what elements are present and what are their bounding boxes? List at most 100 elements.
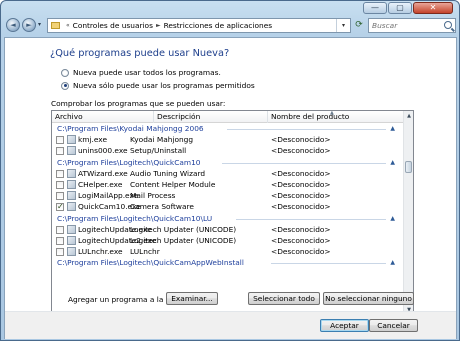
allow-checkbox[interactable] bbox=[56, 192, 64, 201]
product-name: <Desconocido> bbox=[271, 179, 331, 189]
file-description: LULnchr bbox=[130, 247, 160, 257]
collapse-group-icon[interactable]: ▲ bbox=[390, 157, 395, 168]
collapse-group-icon[interactable]: ▲ bbox=[390, 213, 395, 224]
scroll-up-icon[interactable]: ▲ bbox=[404, 111, 413, 121]
file-description: Setup/Uninstall bbox=[130, 146, 187, 156]
refresh-button[interactable]: ⟳ bbox=[353, 19, 365, 31]
product-name: <Desconocido> bbox=[271, 224, 331, 234]
search-icon[interactable] bbox=[444, 21, 452, 29]
file-description: Logitech Updater (UNICODE) bbox=[130, 235, 237, 245]
allow-checkbox[interactable] bbox=[56, 169, 64, 178]
minimize-button[interactable]: — bbox=[363, 2, 387, 14]
allow-checkbox[interactable] bbox=[56, 236, 64, 245]
list-item[interactable]: ATWizard.exe Audio Tuning Wizard <Desconoc… bbox=[52, 168, 404, 179]
back-arrow-icon: ◄ bbox=[10, 21, 16, 29]
radio-allowed-programs[interactable]: Nueva sólo puede usar los programas perm… bbox=[61, 81, 255, 90]
back-button[interactable]: ◄ bbox=[6, 18, 20, 32]
breadcrumb-item-user-accounts[interactable]: Controles de usuarios bbox=[73, 21, 153, 30]
file-name: unins000.exe bbox=[78, 146, 128, 156]
file-description: Audio Tuning Wizard bbox=[130, 168, 206, 178]
list-item[interactable]: unins000.exe Setup/Uninstall <Desconocido> bbox=[52, 145, 404, 156]
address-dropdown-button[interactable]: ▾ bbox=[336, 19, 350, 32]
product-name: <Desconocido> bbox=[271, 146, 331, 156]
title-bar: — ▢ ✕ ◄ ► ▾ « Controles de usuarios ► Re… bbox=[1, 1, 459, 35]
list-item[interactable]: CHelper.exe Content Helper Module <Descono… bbox=[52, 179, 404, 190]
list-item[interactable]: LogitechUpdate2.exe Logitech Updater (UNI… bbox=[52, 235, 404, 246]
content-pane: ¿Qué programas puede usar Nueva? Nueva p… bbox=[4, 37, 457, 339]
program-list[interactable]: Archivo Descripción Nombre del producto … bbox=[51, 110, 414, 316]
list-rows: C:\Program Files\Kyodai Mahjongg 2006 ▲ km… bbox=[52, 123, 404, 268]
cancel-button[interactable]: Cancelar bbox=[369, 319, 418, 332]
file-name: LULnchr.exe bbox=[78, 247, 123, 257]
address-bar[interactable]: « Controles de usuarios ► Restricciones … bbox=[47, 18, 351, 33]
application-icon bbox=[67, 168, 76, 178]
breadcrumb-separator[interactable]: « bbox=[66, 22, 70, 29]
refresh-icon: ⟳ bbox=[355, 20, 363, 30]
group-path: C:\Program Files\Logitech\QuickCam10\LU bbox=[57, 213, 213, 223]
accept-button[interactable]: Aceptar bbox=[320, 319, 369, 332]
breadcrumb: « Controles de usuarios ► Restricciones … bbox=[63, 21, 272, 30]
browse-button[interactable]: Examinar... bbox=[166, 292, 218, 305]
program-list-label: Comprobar los programas que se pueden us… bbox=[51, 99, 226, 108]
group-header[interactable]: C:\Program Files\Logitech\QuickCam10 ▲ bbox=[52, 157, 404, 168]
scroll-thumb[interactable] bbox=[405, 161, 412, 173]
search-box[interactable] bbox=[368, 18, 456, 33]
allow-checkbox[interactable] bbox=[56, 147, 64, 156]
main-window: — ▢ ✕ ◄ ► ▾ « Controles de usuarios ► Re… bbox=[0, 0, 460, 341]
product-name: <Desconocido> bbox=[271, 191, 331, 201]
file-name: ATWizard.exe bbox=[78, 168, 128, 178]
allow-checkbox[interactable] bbox=[56, 180, 64, 189]
chevron-down-icon: ▾ bbox=[341, 22, 345, 29]
group-header[interactable]: C:\Program Files\Logitech\QuickCamAppWeb… bbox=[52, 257, 404, 268]
file-description: Content Helper Module bbox=[130, 179, 216, 189]
application-icon bbox=[67, 202, 76, 212]
group-header[interactable]: C:\Program Files\Logitech\QuickCam10\LU ▲ bbox=[52, 213, 404, 224]
group-path: C:\Program Files\Logitech\QuickCam10 bbox=[57, 157, 201, 167]
allow-checkbox[interactable] bbox=[56, 225, 64, 234]
group-path: C:\Program Files\Kyodai Mahjongg 2006 bbox=[57, 124, 204, 133]
radio-all-programs-button[interactable] bbox=[61, 68, 69, 77]
allow-checkbox[interactable] bbox=[56, 248, 64, 257]
product-name: <Desconocido> bbox=[271, 168, 331, 178]
select-all-button[interactable]: Seleccionar todo bbox=[248, 292, 320, 305]
group-path: C:\Program Files\Logitech\QuickCamAppWeb… bbox=[57, 258, 244, 268]
breadcrumb-separator[interactable]: ► bbox=[156, 22, 161, 29]
sort-indicator-icon: ▲ bbox=[330, 110, 334, 116]
vertical-scrollbar[interactable]: ▲ ▼ bbox=[403, 111, 413, 315]
file-description: Logitech Updater (UNICODE) bbox=[130, 224, 237, 234]
radio-allowed-programs-button[interactable] bbox=[61, 81, 69, 90]
recent-pages-dropdown[interactable]: ▾ bbox=[38, 21, 41, 28]
list-item[interactable]: LogiMailApp.exe Mail Process <Desconocido> bbox=[52, 190, 404, 201]
list-item[interactable]: QuickCam10.exeCamera Software<Desconocid… bbox=[52, 201, 404, 212]
column-header-product[interactable]: Nombre del producto bbox=[268, 111, 404, 123]
list-item[interactable]: LogitechUpdate.exe Logitech Updater (UNIC… bbox=[52, 224, 404, 235]
select-none-button[interactable]: No seleccionar ninguno bbox=[323, 292, 414, 305]
folder-icon bbox=[51, 22, 60, 29]
application-icon bbox=[67, 235, 76, 245]
group-divider bbox=[222, 162, 386, 164]
list-item[interactable]: LULnchr.exe LULnchr <Desconocido> bbox=[52, 246, 404, 257]
radio-allowed-programs-label[interactable]: Nueva sólo puede usar los programas perm… bbox=[73, 81, 255, 90]
collapse-group-icon[interactable]: ▲ bbox=[390, 257, 395, 268]
group-header[interactable]: C:\Program Files\Kyodai Mahjongg 2006 ▲ bbox=[52, 123, 404, 134]
radio-all-programs-label[interactable]: Nueva puede usar todos los programas. bbox=[73, 68, 221, 77]
application-icon bbox=[67, 146, 76, 156]
dialog-footer: Aceptar Cancelar bbox=[5, 312, 456, 339]
column-header-file[interactable]: Archivo bbox=[52, 111, 154, 123]
radio-all-programs[interactable]: Nueva puede usar todos los programas. bbox=[61, 68, 221, 77]
column-header-description[interactable]: Descripción bbox=[154, 111, 268, 123]
collapse-group-icon[interactable]: ▲ bbox=[390, 123, 395, 134]
product-name: <Desconocido> bbox=[271, 202, 331, 212]
search-input[interactable] bbox=[372, 21, 442, 30]
breadcrumb-item-app-restrictions[interactable]: Restricciones de aplicaciones bbox=[164, 21, 273, 30]
application-icon bbox=[67, 247, 76, 257]
maximize-button[interactable]: ▢ bbox=[388, 2, 412, 14]
forward-button[interactable]: ► bbox=[22, 18, 36, 32]
file-description: Kyodai Mahjongg bbox=[130, 135, 194, 145]
allow-checkbox[interactable] bbox=[56, 201, 64, 212]
group-divider bbox=[235, 218, 386, 220]
product-name: <Desconocido> bbox=[271, 235, 331, 245]
allow-checkbox[interactable] bbox=[56, 136, 64, 145]
list-item[interactable]: kmj.exe Kyodai Mahjongg <Desconocido> bbox=[52, 134, 404, 145]
close-button[interactable]: ✕ bbox=[413, 2, 453, 14]
